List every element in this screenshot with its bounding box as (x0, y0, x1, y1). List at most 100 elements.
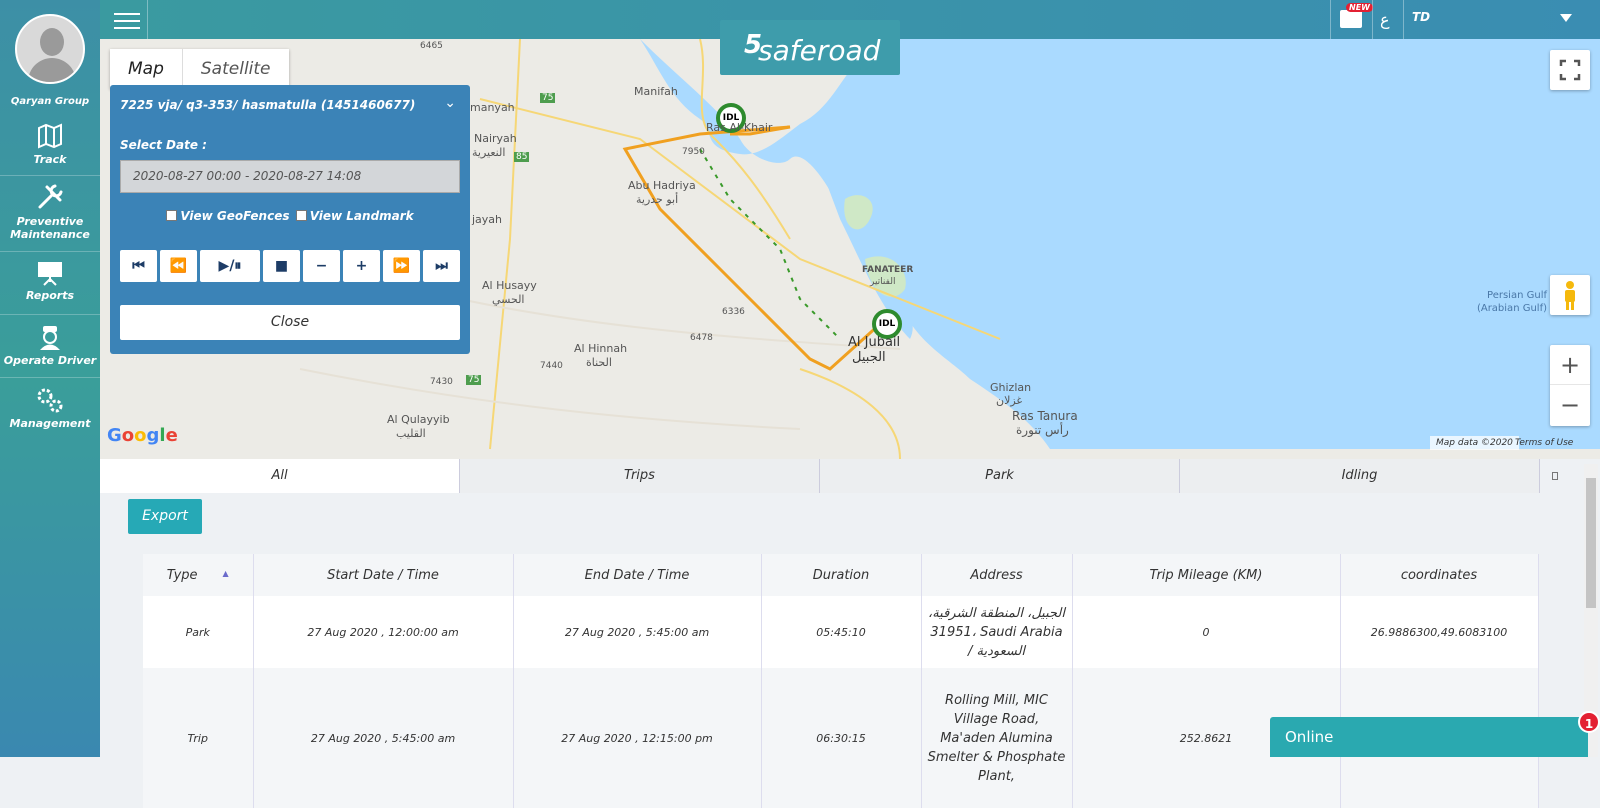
map-place-label: النعيرية (472, 146, 506, 159)
sidebar-item-operate-driver[interactable]: Operate Driver (0, 323, 100, 378)
gears-icon (37, 388, 63, 413)
map-attribution: Map data ©2020 (1430, 436, 1519, 450)
date-range-input[interactable]: 2020-08-27 00:00 - 2020-08-27 14:08 (120, 160, 460, 193)
map-road-label: 6465 (420, 41, 443, 51)
map-place-label: أبو حدرية (636, 193, 679, 206)
map-type-tabs: Map Satellite (110, 49, 289, 89)
map-place-label: غزلان (996, 394, 1023, 407)
presentation-icon (38, 262, 62, 286)
map-place-label: FANATEER (862, 265, 914, 275)
stop-button[interactable]: ■ (263, 250, 300, 282)
cell-duration: 05:45:10 (761, 596, 922, 668)
user-menu[interactable]: TD (1412, 10, 1430, 24)
sidebar-item-label: Preventive Maintenance (10, 215, 90, 241)
map-place-label: الفناتير (870, 277, 896, 287)
map-place-label: رأس تنورة (1016, 423, 1069, 437)
tab-indicator-icon (1552, 472, 1558, 480)
tab-idling[interactable]: Idling (1180, 459, 1540, 493)
menu-icon[interactable] (114, 13, 140, 34)
map-place-label: Ras Tanura (1012, 409, 1078, 423)
tab-map[interactable]: Map (110, 49, 182, 89)
chat-notification-badge: 1 (1578, 711, 1600, 733)
sidebar-item-label: Reports (25, 289, 75, 302)
sidebar-item-management[interactable]: Management (0, 386, 100, 441)
map-place-label: Manifah (634, 85, 678, 98)
sidebar-item-preventive-maintenance[interactable]: Preventive Maintenance (0, 182, 100, 252)
cell-end: 27 Aug 2020 , 12:15:00 pm (513, 668, 762, 808)
language-toggle[interactable]: ع (1380, 10, 1390, 29)
pegman-icon (1565, 281, 1575, 310)
table-row[interactable]: Park 27 Aug 2020 , 12:00:00 am 27 Aug 20… (143, 596, 1539, 668)
fullscreen-button[interactable] (1550, 50, 1590, 90)
zoom-out-button[interactable]: − (1550, 385, 1590, 425)
chevron-down-icon[interactable]: ⌄ (444, 95, 456, 111)
terms-of-use-link[interactable]: Terms of Use (1515, 436, 1573, 450)
map-place-label: Abu Hadriya (628, 179, 696, 192)
close-button[interactable]: Close (120, 305, 460, 340)
column-header-end[interactable]: End Date / Time (513, 554, 762, 596)
tab-satellite[interactable]: Satellite (181, 49, 289, 89)
online-chat-widget[interactable]: Online (1270, 717, 1588, 757)
map-road-label: 75 (540, 93, 556, 103)
tab-all[interactable]: All (100, 459, 460, 493)
cell-type: Trip (143, 668, 254, 808)
map-place-label: Al Jubail (848, 335, 901, 350)
scrollbar-thumb[interactable] (1586, 478, 1596, 608)
vehicle-title: 7225 vja/ q3-353/ hasmatulla (1451460677… (120, 98, 416, 112)
map-place-label: الحسي (492, 293, 525, 306)
sidebar: Qaryan Group Track Preventive Maintenanc… (0, 0, 100, 757)
map-track-icon (38, 123, 62, 149)
select-date-label: Select Date : (120, 138, 207, 152)
tab-trips[interactable]: Trips (460, 459, 820, 493)
sidebar-item-reports[interactable]: Reports (0, 260, 100, 315)
landmark-checkbox[interactable] (295, 210, 307, 221)
street-view-button[interactable] (1550, 275, 1590, 315)
column-header-start[interactable]: Start Date / Time (253, 554, 514, 596)
geofences-checkbox[interactable] (166, 210, 178, 221)
export-button[interactable]: Export (128, 499, 202, 534)
column-header-coordinates[interactable]: coordinates (1340, 554, 1539, 596)
playback-controls: ⏮ ⏪ ▶/⏸ ■ − + ⏩ ⏭ (120, 250, 460, 282)
google-logo: Google (107, 425, 178, 446)
map-road-label: 85 (514, 152, 530, 162)
map-place-label: Ghizlan (990, 381, 1032, 394)
cell-address: Rolling Mill, MIC Village Road, Ma'aden … (921, 668, 1073, 808)
rewind-button[interactable]: ⏪ (160, 250, 197, 282)
map-road-label: 75 (466, 375, 482, 385)
geofences-label: View GeoFences (180, 209, 290, 223)
cell-type: Park (143, 596, 254, 668)
avatar[interactable] (15, 14, 85, 84)
column-header-mileage[interactable]: Trip Mileage (KM) (1072, 554, 1341, 596)
skip-start-button[interactable]: ⏮ (120, 250, 157, 282)
fast-forward-button[interactable]: ⏩ (383, 250, 420, 282)
sidebar-item-track[interactable]: Track (0, 122, 100, 176)
map-place-label: Al Qulayyib (387, 413, 450, 426)
zoom-in-button[interactable]: + (1550, 345, 1590, 385)
map-place-label: الحناة (586, 356, 612, 369)
inbox-icon[interactable] (1340, 10, 1362, 28)
column-header-address[interactable]: Address (921, 554, 1073, 596)
fullscreen-icon (1559, 59, 1581, 81)
tab-park[interactable]: Park (820, 459, 1180, 493)
skip-end-button[interactable]: ⏭ (423, 250, 460, 282)
cell-duration: 06:30:15 (761, 668, 922, 808)
map-road-label: 7440 (540, 361, 563, 371)
map-place-label: manyah (470, 101, 515, 114)
sort-asc-icon[interactable]: ▲ (223, 569, 229, 578)
play-pause-button[interactable]: ▶/⏸ (200, 250, 260, 282)
driver-icon (40, 326, 60, 350)
faster-button[interactable]: + (343, 250, 380, 282)
cell-address: الجبيل، المنطقة الشرقية، 31951، Saudi Ar… (921, 596, 1073, 668)
slower-button[interactable]: − (303, 250, 340, 282)
map-place-label: القليب (396, 427, 426, 440)
cell-mileage: 0 (1072, 596, 1341, 668)
column-header-type[interactable]: Type ▲ (143, 554, 254, 596)
new-badge: NEW (1346, 3, 1373, 12)
saferoad-logo: 5 saferoad (720, 20, 900, 75)
company-name: Qaryan Group (10, 96, 90, 107)
chevron-down-icon[interactable] (1560, 14, 1572, 22)
column-header-duration[interactable]: Duration (761, 554, 922, 596)
cell-end: 27 Aug 2020 , 5:45:00 am (513, 596, 762, 668)
zoom-controls: + − (1550, 345, 1590, 426)
sidebar-item-label: Operate Driver (3, 354, 97, 367)
